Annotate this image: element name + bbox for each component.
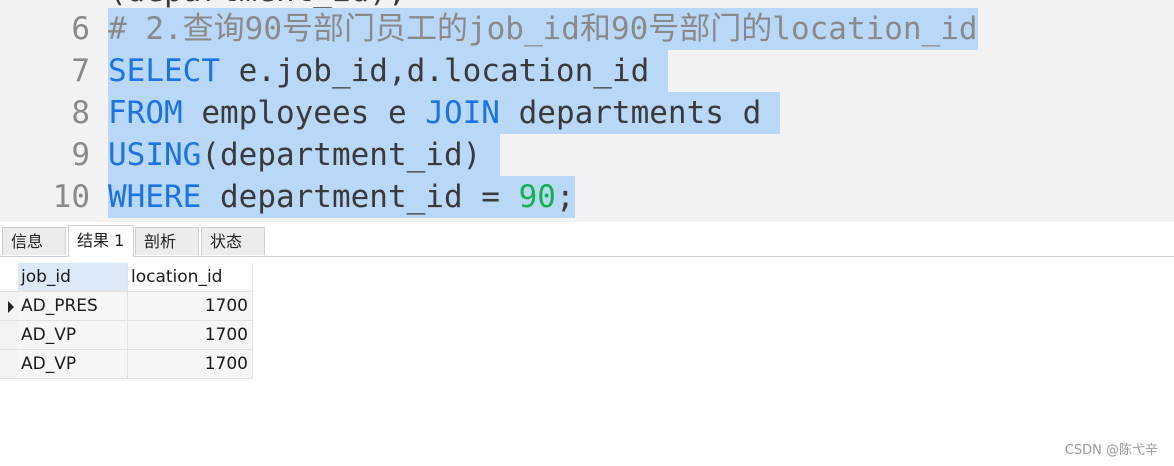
table-cell[interactable]: 1700 xyxy=(128,321,253,350)
column-header-location-id[interactable]: location_id xyxy=(128,263,253,292)
column-header-job-id[interactable]: job_id xyxy=(18,263,128,292)
tab-info[interactable]: 信息 xyxy=(2,227,66,255)
code-line[interactable]: 9 USING(department_id) xyxy=(0,134,1174,176)
code-token: employees e xyxy=(182,95,426,131)
sql-editor[interactable]: (department_id); 6 # 2.查询90号部门员工的job_id和9… xyxy=(0,0,1174,222)
table-cell[interactable]: 1700 xyxy=(128,350,253,379)
sql-keyword: SELECT xyxy=(108,53,220,89)
line-number: 10 xyxy=(52,179,90,215)
code-line[interactable]: 6 # 2.查询90号部门员工的job_id和90号部门的location_id xyxy=(0,8,1174,50)
sql-keyword: FROM xyxy=(108,95,183,131)
line-number: 9 xyxy=(71,137,90,173)
line-number: 6 xyxy=(71,11,90,47)
code-text: SELECT e.job_id,d.location_id xyxy=(108,50,668,92)
code-line[interactable]: 8 FROM employees e JOIN departments d xyxy=(0,92,1174,134)
code-text: # 2.查询90号部门员工的job_id和90号部门的location_id xyxy=(108,8,978,50)
line-number: 8 xyxy=(71,95,90,131)
sql-keyword: USING xyxy=(108,137,202,173)
table-cell[interactable]: 1700 xyxy=(128,292,253,321)
code-text: USING(department_id) xyxy=(108,134,500,176)
code-token: department_id = xyxy=(201,179,519,215)
code-token: (department_id) xyxy=(201,137,500,173)
table-cell[interactable]: AD_VP xyxy=(18,321,128,350)
tab-profile[interactable]: 剖析 xyxy=(135,227,199,255)
code-line[interactable]: 10 WHERE department_id = 90; xyxy=(0,176,1174,218)
code-text: FROM employees e JOIN departments d xyxy=(108,92,780,134)
tab-result-1[interactable]: 结果 1 xyxy=(68,225,134,257)
sql-keyword: WHERE xyxy=(108,179,202,215)
row-indicator xyxy=(0,321,18,350)
code-token: departments d xyxy=(499,95,780,131)
result-tab-bar: 信息 结果 1 剖析 状态 xyxy=(0,222,1174,257)
number-literal: 90 xyxy=(518,179,556,215)
code-token: e.job_id,d.location_id xyxy=(219,53,668,89)
sql-comment: # 2.查询90号部门员工的job_id和90号部门的location_id xyxy=(108,11,978,47)
code-text: WHERE department_id = 90; xyxy=(108,176,575,218)
code-line[interactable]: 7 SELECT e.job_id,d.location_id xyxy=(0,50,1174,92)
tab-status[interactable]: 状态 xyxy=(201,227,265,255)
row-indicator xyxy=(0,292,18,321)
row-indicator xyxy=(0,350,18,379)
grid-corner xyxy=(0,263,18,292)
table-cell[interactable]: AD_VP xyxy=(18,350,128,379)
current-row-arrow-icon xyxy=(8,301,14,313)
code-token: ; xyxy=(555,179,575,215)
watermark: CSDN @陈弋辛 xyxy=(1064,443,1158,458)
sql-keyword: JOIN xyxy=(425,95,500,131)
table-cell[interactable]: AD_PRES xyxy=(18,292,128,321)
line-number: 7 xyxy=(71,53,90,89)
